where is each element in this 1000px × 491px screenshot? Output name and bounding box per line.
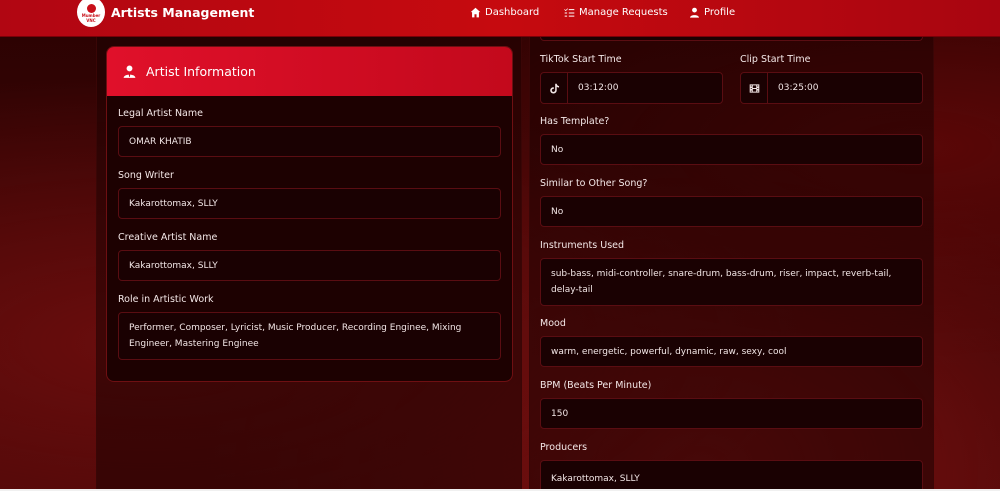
producers-field[interactable]: Kakarottomax, SLLY — [540, 460, 923, 491]
has-template-label: Has Template? — [540, 116, 610, 127]
instruments-field[interactable]: sub-bass, midi-controller, snare-drum, b… — [540, 258, 923, 306]
brand-title[interactable]: Artists Management — [111, 5, 254, 20]
tiktok-start-field[interactable]: 03:12:00 — [567, 72, 723, 104]
has-template-field[interactable]: No — [540, 134, 923, 165]
legal-name-label: Legal Artist Name — [118, 108, 203, 119]
clip-start-label: Clip Start Time — [740, 54, 811, 65]
song-writer-field[interactable]: Kakarottomax, SLLY — [118, 188, 501, 219]
creative-name-field[interactable]: Kakarottomax, SLLY — [118, 250, 501, 281]
tiktok-icon — [549, 83, 559, 94]
role-label: Role in Artistic Work — [118, 294, 214, 305]
legal-name-field[interactable]: OMAR KHATIB — [118, 126, 501, 157]
clip-start-field[interactable]: 03:25:00 — [767, 72, 923, 104]
tiktok-start-label: TikTok Start Time — [540, 54, 622, 65]
card-title: Artist Information — [146, 64, 256, 79]
film-icon — [749, 83, 759, 93]
creative-name-label: Creative Artist Name — [118, 232, 218, 243]
user-icon — [690, 7, 699, 18]
song-writer-label: Song Writer — [118, 170, 174, 181]
home-icon — [470, 7, 481, 18]
nav-dashboard[interactable]: Dashboard — [470, 7, 539, 18]
mood-field[interactable]: warm, energetic, powerful, dynamic, raw,… — [540, 336, 923, 367]
tiktok-icon-box — [540, 72, 568, 104]
instruments-label: Instruments Used — [540, 240, 625, 251]
microphone-icon — [86, 3, 96, 13]
list-check-icon — [564, 8, 575, 17]
logo-text: Mumber VNC — [81, 12, 101, 23]
nav-manage-requests-label: Manage Requests — [579, 7, 668, 18]
mood-label: Mood — [540, 318, 566, 329]
bpm-label: BPM (Beats Per Minute) — [540, 380, 652, 391]
top-navbar: Mumber VNC Artists Management Dashboard … — [0, 0, 1000, 37]
previous-field-edge — [540, 37, 923, 41]
user-tie-icon — [123, 65, 136, 78]
producers-label: Producers — [540, 442, 588, 453]
film-icon-box — [740, 72, 768, 104]
nav-dashboard-label: Dashboard — [485, 7, 540, 18]
similar-song-field[interactable]: No — [540, 196, 923, 227]
bpm-field[interactable]: 150 — [540, 398, 923, 429]
role-field[interactable]: Performer, Composer, Lyricist, Music Pro… — [118, 312, 501, 360]
similar-song-label: Similar to Other Song? — [540, 178, 648, 189]
nav-profile-label: Profile — [704, 7, 736, 18]
logo[interactable]: Mumber VNC — [77, 0, 105, 27]
nav-manage-requests[interactable]: Manage Requests — [564, 7, 668, 18]
nav-profile[interactable]: Profile — [689, 7, 735, 18]
card-header: Artist Information — [107, 47, 512, 96]
